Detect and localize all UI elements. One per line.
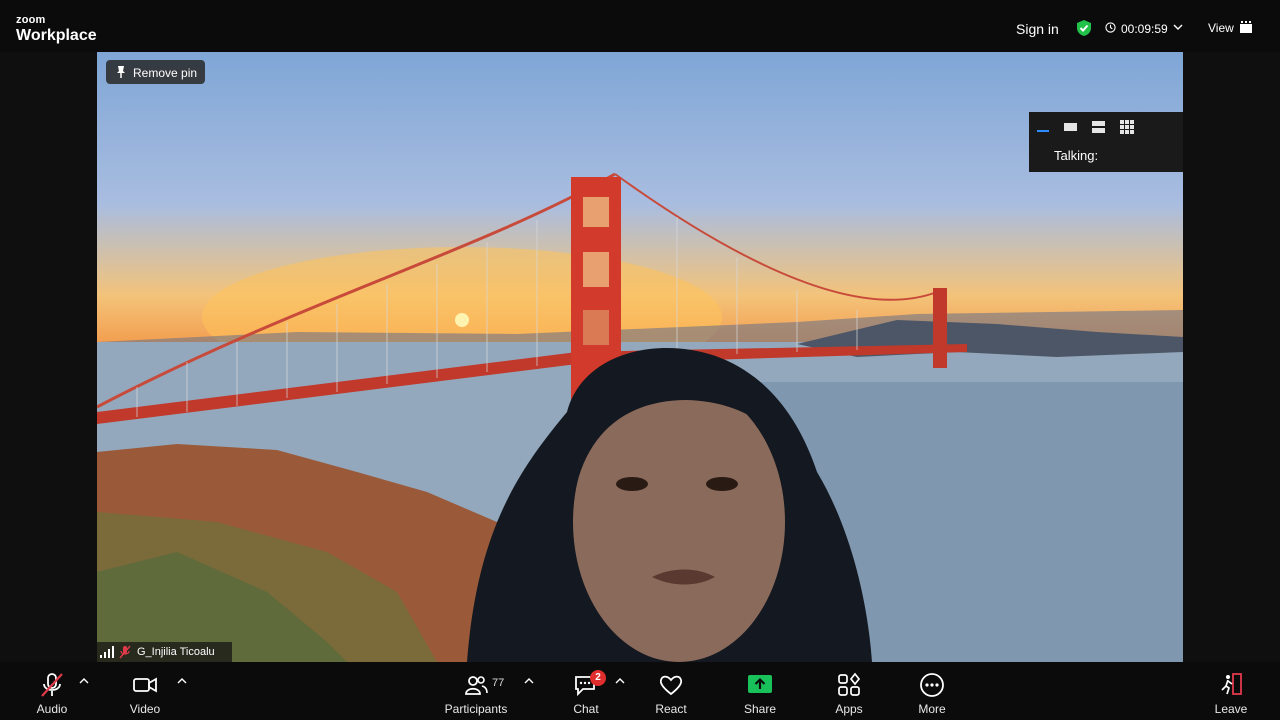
leave-button[interactable]: Leave: [1210, 662, 1252, 720]
remove-pin-label: Remove pin: [133, 66, 198, 80]
brand-small-text: zoom: [16, 14, 46, 26]
stacked-view-icon[interactable]: [1089, 120, 1109, 134]
participants-options-caret-icon[interactable]: [524, 676, 534, 686]
participants-count: 77: [492, 677, 505, 689]
heart-icon: [659, 675, 683, 696]
chat-unread-badge: 2: [590, 670, 606, 686]
participants-icon: [465, 676, 488, 695]
grid-view-icon[interactable]: [1117, 120, 1137, 134]
security-shield-icon[interactable]: [1075, 19, 1093, 37]
muted-mic-icon: [119, 645, 131, 659]
video-options-caret-icon[interactable]: [177, 676, 187, 686]
chat-options-caret-icon[interactable]: [615, 676, 625, 686]
more-options-icon: [920, 673, 944, 697]
timer-chevron-down-icon[interactable]: [1173, 22, 1183, 32]
meeting-timer: 00:09:59: [1121, 22, 1168, 36]
signal-strength-icon: [100, 646, 114, 658]
audio-button[interactable]: Audio: [28, 662, 76, 720]
meeting-toolbar: Audio Video Participants 77 Chat 2 React…: [0, 662, 1280, 720]
brand-large-text: Workplace: [16, 27, 97, 44]
sign-in-link[interactable]: Sign in: [1016, 21, 1059, 37]
remove-pin-button[interactable]: Remove pin: [106, 60, 205, 84]
participant-name-tag: G_Injilia Ticoalu: [97, 642, 232, 662]
video-camera-icon: [133, 677, 157, 693]
participant-video-person: [467, 348, 872, 662]
pin-icon: [117, 66, 125, 78]
muted-microphone-icon: [41, 673, 63, 697]
share-screen-icon: [748, 675, 772, 693]
chat-label: Chat: [573, 702, 599, 716]
more-label: More: [918, 702, 946, 716]
apps-icon: [838, 672, 861, 696]
view-grid-icon[interactable]: [1240, 21, 1252, 33]
leave-label: Leave: [1214, 702, 1248, 716]
video-label: Video: [129, 702, 161, 716]
participants-button[interactable]: Participants: [440, 662, 512, 720]
participants-label: Participants: [444, 702, 508, 716]
zoom-workplace-logo: zoom Workplace: [16, 15, 97, 44]
more-button[interactable]: More: [911, 662, 953, 720]
audio-options-caret-icon[interactable]: [79, 676, 89, 686]
view-button[interactable]: View: [1208, 21, 1234, 35]
audio-label: Audio: [36, 702, 68, 716]
apps-label: Apps: [835, 702, 863, 716]
pinned-video-feed[interactable]: [97, 52, 1183, 662]
clock-icon: [1105, 22, 1116, 33]
speaker-layout-panel: Talking:: [1029, 112, 1183, 172]
share-button[interactable]: Share: [740, 662, 780, 720]
react-label: React: [655, 702, 687, 716]
apps-button[interactable]: Apps: [829, 662, 869, 720]
share-label: Share: [743, 702, 777, 716]
react-button[interactable]: React: [650, 662, 692, 720]
single-view-icon[interactable]: [1061, 120, 1081, 134]
video-button[interactable]: Video: [121, 662, 169, 720]
participant-name: G_Injilia Ticoalu: [137, 646, 215, 658]
top-bar: zoom Workplace Sign in 00:09:59 View: [0, 0, 1280, 52]
minimize-layout-icon[interactable]: [1033, 120, 1053, 134]
leave-door-icon: [1221, 673, 1242, 695]
talking-indicator: Talking:: [1054, 148, 1099, 163]
